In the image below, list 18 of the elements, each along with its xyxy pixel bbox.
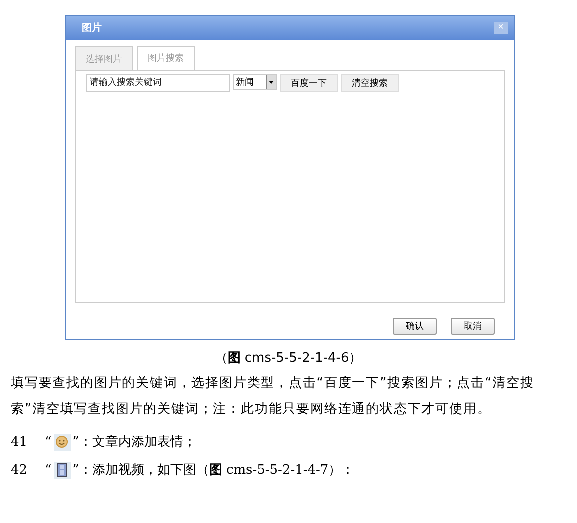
search-button[interactable]: 百度一下 [280, 74, 338, 92]
item-text: ”：添加视频，如下图（图 cms-5-5-2-1-4-7）： [72, 462, 355, 479]
search-button[interactable]: 清空搜索 [341, 74, 399, 92]
dialog-button[interactable]: 确认 [393, 318, 437, 335]
figure-caption: （图 cms-5-5-2-1-4-6） [214, 350, 362, 367]
paragraph: 填写要查找的图片的关键词，选择图片类型，点击“百度一下”搜索图片；点击“清空搜索”清空填写查找图片的关键词；注：此功能只要网络连通的状态下才可使用。 [11, 375, 536, 419]
item-number: 42 [11, 462, 29, 478]
quote-mark: “ [45, 434, 52, 450]
item-text: ”：文章内添加表情； [72, 434, 196, 451]
smiley-icon [54, 434, 71, 450]
category-select[interactable]: 新闻 [233, 74, 277, 90]
item-number: 41 [11, 434, 29, 450]
film-icon [54, 462, 71, 478]
caret-icon [269, 80, 274, 84]
search-field[interactable]: 请输入搜索关键词 [86, 74, 230, 92]
dialog-button[interactable]: 取消 [451, 318, 495, 335]
quote-mark: “ [45, 462, 52, 478]
window-title: 图片 [82, 22, 102, 35]
